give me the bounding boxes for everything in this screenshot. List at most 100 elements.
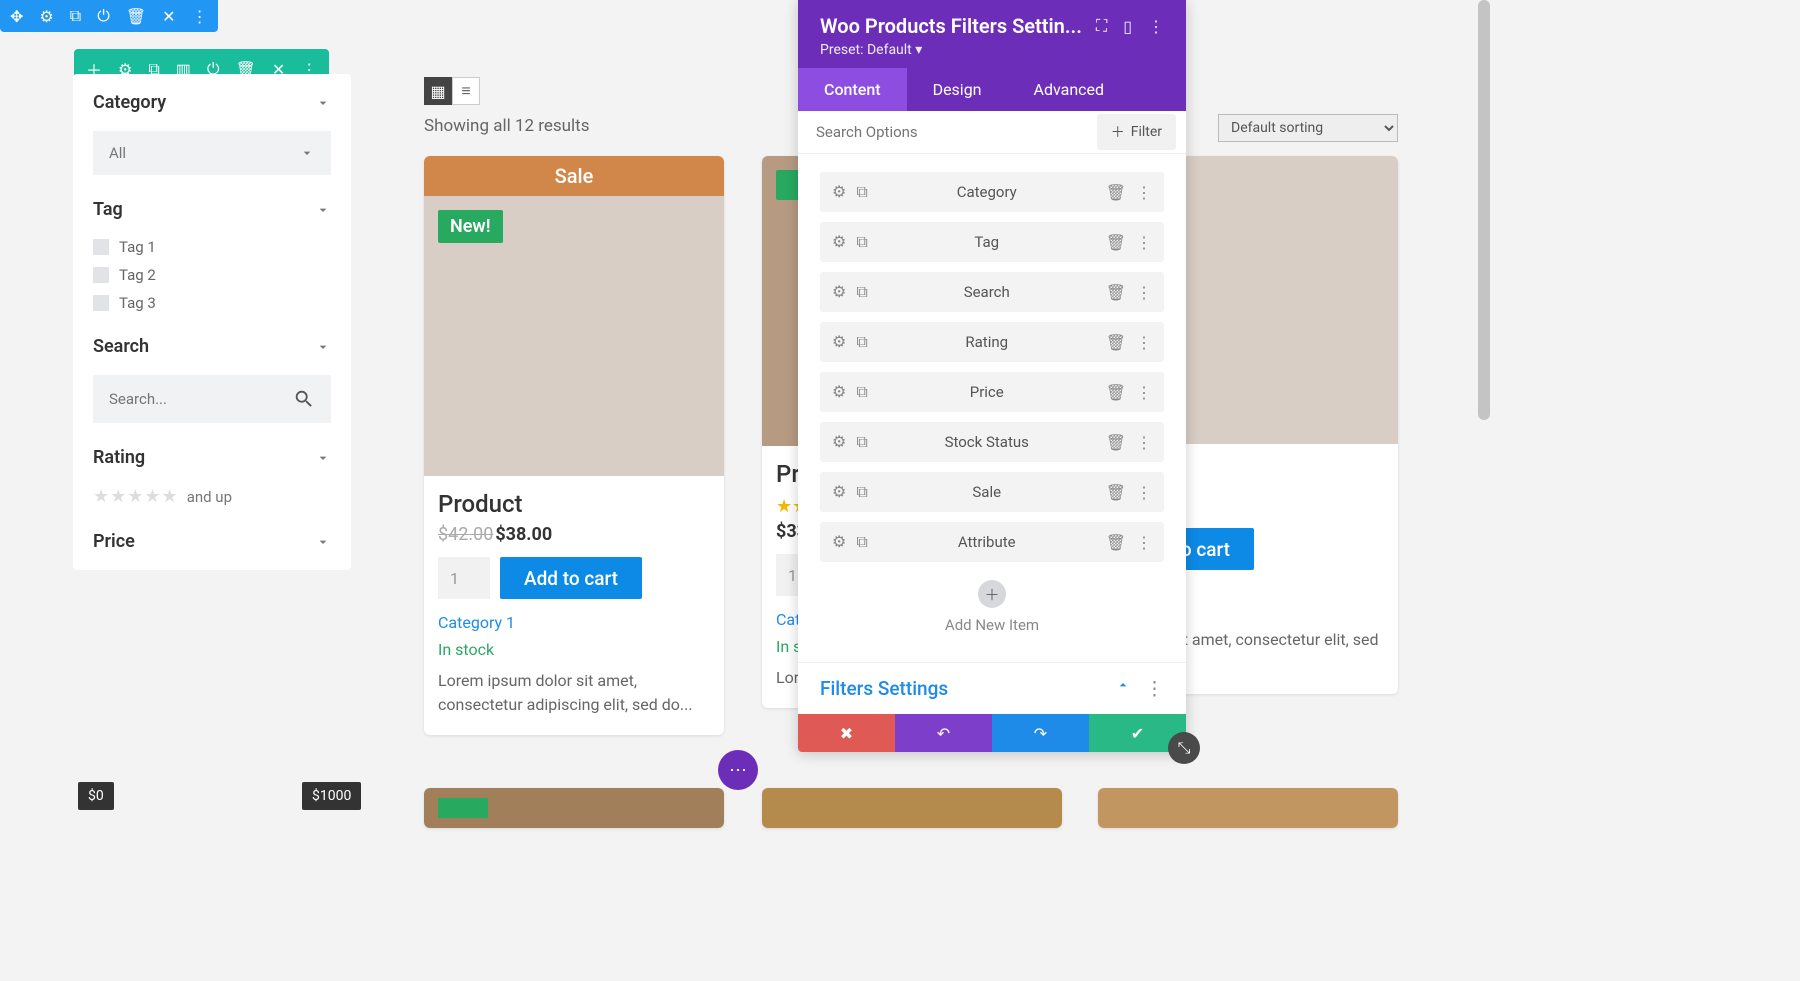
options-search-input[interactable]: [798, 111, 1097, 153]
duplicate-icon[interactable]: ⧉: [856, 182, 867, 202]
filter-item-label: Search: [868, 283, 1106, 301]
product-image[interactable]: [762, 788, 1062, 828]
more-icon[interactable]: ⋮: [1136, 183, 1152, 202]
gear-icon[interactable]: ⚙: [832, 282, 846, 302]
power-icon[interactable]: ⏻: [97, 6, 110, 26]
search-input[interactable]: [109, 390, 274, 408]
move-icon[interactable]: ✥: [10, 7, 23, 26]
trash-icon[interactable]: 🗑: [1106, 383, 1126, 402]
checkbox-icon[interactable]: [93, 267, 109, 283]
category-link[interactable]: Category 1: [438, 613, 710, 632]
quantity-input[interactable]: [438, 557, 490, 599]
duplicate-icon[interactable]: ⧉: [856, 532, 867, 552]
module-options-button[interactable]: ⋯: [718, 750, 758, 790]
trash-icon[interactable]: 🗑: [1106, 233, 1126, 252]
trash-icon[interactable]: 🗑: [126, 7, 146, 26]
search-header[interactable]: Search: [93, 336, 331, 357]
product-image[interactable]: [424, 788, 724, 828]
tag-option[interactable]: Tag 2: [93, 266, 331, 284]
trash-icon[interactable]: 🗑: [1106, 183, 1126, 202]
filter-item[interactable]: ⚙⧉Sale🗑⋮: [820, 472, 1164, 512]
redo-button[interactable]: ↷: [992, 714, 1089, 752]
gear-icon[interactable]: ⚙: [832, 332, 846, 352]
preset-dropdown[interactable]: Preset: Default ▾: [820, 42, 1164, 58]
rating-suffix: and up: [187, 488, 232, 506]
filter-button[interactable]: ＋Filter: [1097, 114, 1176, 150]
price-max-badge[interactable]: $1000: [302, 782, 361, 810]
duplicate-icon[interactable]: ⧉: [856, 232, 867, 252]
duplicate-icon[interactable]: ⧉: [856, 282, 867, 302]
duplicate-icon[interactable]: ⧉: [856, 482, 867, 502]
trash-icon[interactable]: 🗑: [1106, 283, 1126, 302]
more-icon[interactable]: ⋮: [1148, 17, 1164, 36]
more-icon[interactable]: ⋮: [1145, 677, 1164, 700]
sort-select[interactable]: Default sorting: [1218, 114, 1398, 142]
more-icon[interactable]: ⋮: [1136, 233, 1152, 252]
resize-handle[interactable]: ⤡: [1168, 732, 1200, 764]
add-to-cart-button[interactable]: Add to cart: [500, 557, 642, 599]
discard-button[interactable]: ✖: [798, 714, 895, 752]
gear-icon[interactable]: ⚙: [832, 482, 846, 502]
search-icon[interactable]: [293, 388, 315, 410]
scrollbar[interactable]: [1478, 0, 1490, 420]
more-icon[interactable]: ⋮: [1136, 483, 1152, 502]
add-icon[interactable]: ＋: [978, 580, 1006, 608]
filter-item[interactable]: ⚙ ⧉Search🗑 ⋮: [820, 272, 1164, 312]
more-icon[interactable]: ⋮: [1136, 333, 1152, 352]
filter-item[interactable]: ⚙⧉Stock Status🗑⋮: [820, 422, 1164, 462]
filters-settings-toggle[interactable]: Filters Settings ⋮: [798, 662, 1186, 714]
more-icon[interactable]: ⋮: [1136, 533, 1152, 552]
more-icon[interactable]: ⋮: [1136, 383, 1152, 402]
gear-icon[interactable]: ⚙: [832, 232, 846, 252]
expand-icon[interactable]: ⛶: [1096, 16, 1107, 36]
filter-item[interactable]: ⚙⧉Category🗑⋮: [820, 172, 1164, 212]
category-header[interactable]: Category: [93, 92, 331, 113]
gear-icon[interactable]: ⚙: [832, 532, 846, 552]
results-count: Showing all 12 results: [424, 116, 590, 136]
grid-view-button[interactable]: ▦: [424, 77, 452, 105]
add-new-item[interactable]: ＋ Add New Item: [820, 572, 1164, 652]
filter-item[interactable]: ⚙⧉Rating🗑⋮: [820, 322, 1164, 362]
duplicate-icon[interactable]: ⧉: [856, 332, 867, 352]
tag-option[interactable]: Tag 3: [93, 294, 331, 312]
product-image[interactable]: [1098, 788, 1398, 828]
tag-header[interactable]: Tag: [93, 199, 331, 220]
trash-icon[interactable]: 🗑: [1106, 433, 1126, 452]
product-card: Sale New! Product $42.00$38.00 Add to ca…: [424, 156, 724, 735]
duplicate-icon[interactable]: ⧉: [70, 6, 81, 26]
rating-header[interactable]: Rating: [93, 447, 331, 468]
snap-icon[interactable]: ▯: [1123, 17, 1132, 36]
product-image[interactable]: New!: [424, 196, 724, 476]
gear-icon[interactable]: ⚙: [832, 432, 846, 452]
trash-icon[interactable]: 🗑: [1106, 333, 1126, 352]
price-min-badge[interactable]: $0: [78, 782, 114, 810]
gear-icon[interactable]: ⚙: [832, 382, 846, 402]
more-icon[interactable]: ⋮: [1136, 283, 1152, 302]
tab-advanced[interactable]: Advanced: [1008, 68, 1131, 111]
duplicate-icon[interactable]: ⧉: [856, 382, 867, 402]
checkbox-icon[interactable]: [93, 295, 109, 311]
filter-item[interactable]: ⚙⧉Attribute🗑⋮: [820, 522, 1164, 562]
close-icon[interactable]: ✕: [162, 7, 175, 26]
tab-design[interactable]: Design: [907, 68, 1008, 111]
undo-button[interactable]: ↶: [895, 714, 992, 752]
filter-item[interactable]: ⚙⧉Price🗑⋮: [820, 372, 1164, 412]
gear-icon[interactable]: ⚙: [39, 7, 53, 26]
category-select[interactable]: All: [93, 131, 331, 175]
more-icon[interactable]: ⋮: [1136, 433, 1152, 452]
tag-option[interactable]: Tag 1: [93, 238, 331, 256]
price-header[interactable]: Price: [93, 531, 331, 552]
checkbox-icon[interactable]: [93, 239, 109, 255]
trash-icon[interactable]: 🗑: [1106, 483, 1126, 502]
rating-filter[interactable]: ★★★★★ and up: [93, 486, 331, 507]
gear-icon[interactable]: ⚙: [832, 182, 846, 202]
duplicate-icon[interactable]: ⧉: [856, 432, 867, 452]
trash-icon[interactable]: 🗑: [1106, 533, 1126, 552]
tab-content[interactable]: Content: [798, 68, 907, 111]
search-box[interactable]: [93, 375, 331, 423]
filter-item[interactable]: ⚙⧉Tag🗑⋮: [820, 222, 1164, 262]
more-icon[interactable]: ⋮: [192, 7, 208, 26]
section-toolbar[interactable]: ✥ ⚙ ⧉ ⏻ 🗑 ✕ ⋮: [0, 0, 218, 32]
panel-header[interactable]: Woo Products Filters Settin... ⛶ ▯ ⋮ Pre…: [798, 0, 1186, 68]
list-view-button[interactable]: ≡: [452, 77, 480, 105]
